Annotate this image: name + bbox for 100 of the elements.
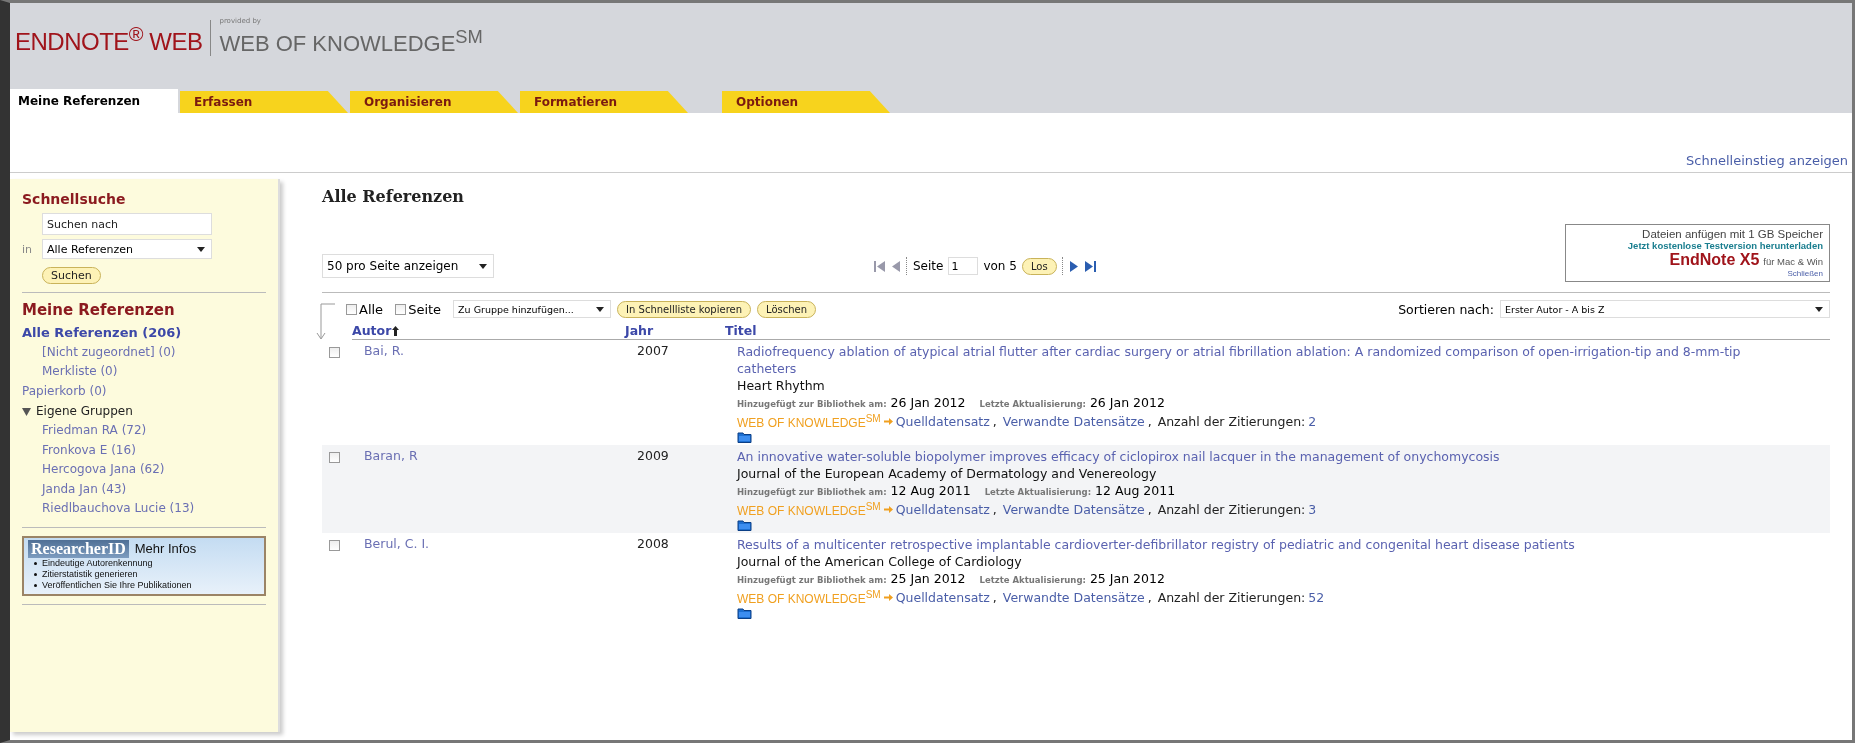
date-label: Letzte Aktualisierung:	[979, 398, 1086, 411]
nav-tab[interactable]: Meine Referenzen	[10, 89, 178, 113]
journal-text: Heart Rhythm	[737, 377, 826, 394]
citation-label: Anzahl der Zitierungen:	[1157, 413, 1306, 430]
library-link[interactable]: Friedman RA (72)	[22, 421, 266, 441]
related-records-link[interactable]: Verwandte Datensätze	[1002, 589, 1145, 606]
quick-start-link[interactable]: Schnelleinstieg anzeigen	[1686, 153, 1848, 168]
nav-tab[interactable]: Erfassen	[180, 91, 348, 113]
scope-dropdown[interactable]: Alle Referenzen	[42, 239, 212, 259]
title-link[interactable]: An innovative water-soluble biopolymer improves efficacy of ciclopirox nail lacquer in the management of onychomycosis	[737, 448, 1770, 465]
date-label: Hinzugefügt zur Bibliothek am:	[737, 574, 887, 587]
last-page-icon[interactable]	[1083, 260, 1096, 272]
download-link[interactable]: Jetzt kostenlose Testversion herunterladen	[1627, 240, 1823, 251]
bullet-text: Veröffentlichen Sie Ihre Publikationen	[28, 579, 260, 591]
citation-count-link[interactable]: 2	[1308, 413, 1317, 430]
journal-text: Journal of the European Academy of Dermatology and Venereology	[737, 465, 1158, 482]
citation-count-link[interactable]: 52	[1308, 589, 1325, 606]
folder-icon[interactable]	[737, 607, 752, 619]
library-link[interactable]: Merkliste (0)	[22, 362, 266, 382]
column-header[interactable]: Titel	[725, 323, 757, 338]
separator-text: ,	[992, 501, 997, 518]
title-link[interactable]: Results of a multicenter retrospective implantable cardioverter-defibrillator registry of pediatric and congenital heart disease patients	[737, 536, 1770, 553]
library-link[interactable]: Riedlbauchova Lucie (13)	[22, 499, 266, 519]
partner-logo: WEB OF KNOWLEDGE$^{SM}$	[219, 25, 483, 57]
year-cell-text: 2009	[637, 448, 670, 465]
separator-text: ,	[1147, 501, 1152, 518]
citation-count-link[interactable]: 3	[1308, 501, 1317, 518]
folder-icon[interactable]	[737, 431, 752, 443]
more-info-link[interactable]: Mehr Infos	[134, 541, 197, 556]
author-link[interactable]: Baran, R	[364, 448, 637, 531]
date-value: 25 Jan 2012	[890, 570, 966, 587]
next-page-icon[interactable]	[1068, 260, 1079, 272]
journal-text: Journal of the American College of Cardiology	[737, 553, 1023, 570]
source-record-link[interactable]: Quelldatensatz	[895, 501, 990, 518]
source-record-link[interactable]: Quelldatensatz	[895, 413, 990, 430]
folder-icon[interactable]	[737, 519, 752, 531]
library-link[interactable]: [Nicht zugeordnet] (0)	[22, 342, 266, 362]
date-label: Letzte Aktualisierung:	[979, 574, 1086, 587]
year-cell-text: 2007	[637, 343, 670, 360]
delete-button[interactable]: Löschen	[757, 300, 817, 318]
promo-text: Dateien anfügen mit 1 GB Speicher	[1642, 228, 1823, 240]
date-label: Hinzugefügt zur Bibliothek am:	[737, 486, 887, 499]
nav-tab[interactable]: Optionen	[722, 91, 890, 113]
page-count-text: von 5	[983, 259, 1017, 273]
sort-dropdown[interactable]: Erster Autor - A bis Z	[1500, 300, 1830, 318]
library-link[interactable]: Alle Referenzen (206)	[22, 323, 266, 343]
nav-tab[interactable]: Formatieren	[520, 91, 688, 113]
bullet-text: Eindeutige Autorenkennung	[28, 557, 260, 569]
endnote-logo: ENDNOTE$^{®}$ WEB	[15, 20, 212, 57]
arrow-right-icon	[883, 506, 893, 513]
citation-label: Anzahl der Zitierungen:	[1157, 501, 1306, 518]
date-label: Letzte Aktualisierung:	[984, 486, 1092, 499]
related-records-link[interactable]: Verwandte Datensätze	[1002, 413, 1145, 430]
search-button[interactable]: Suchen	[42, 267, 101, 284]
date-value: 25 Jan 2012	[1089, 570, 1165, 587]
library-link[interactable]: Hercogova Jana (62)	[22, 460, 266, 480]
library-link[interactable]: Fronkova E (16)	[22, 440, 266, 460]
go-button[interactable]: Los	[1021, 257, 1057, 275]
separator-text: ,	[1147, 589, 1152, 606]
page-title: Alle Referenzen	[322, 187, 465, 206]
caret-down-icon	[197, 246, 205, 252]
source-record-link[interactable]: Quelldatensatz	[895, 589, 990, 606]
checkbox[interactable]	[395, 303, 407, 315]
per-page-dropdown[interactable]: 50 pro Seite anzeigen	[322, 254, 494, 278]
separator-text: ,	[992, 589, 997, 606]
separator-text: ,	[992, 413, 997, 430]
row-checkbox[interactable]	[329, 347, 340, 358]
row-checkbox[interactable]	[329, 540, 340, 551]
sort-label: Sortieren nach:	[1398, 301, 1494, 317]
nav-tab[interactable]: Organisieren	[350, 91, 518, 113]
checkbox[interactable]	[346, 303, 357, 315]
row-checkbox[interactable]	[329, 452, 340, 463]
group-dropdown[interactable]: Zu Gruppe hinzufügen...	[453, 300, 612, 318]
date-value: 12 Aug 2011	[1095, 482, 1176, 499]
caret-down-icon	[479, 263, 487, 269]
select-page-label: Seite	[408, 301, 442, 317]
product-name: EndNote X5	[1669, 251, 1760, 269]
arrow-right-icon	[883, 418, 893, 425]
date-value: 26 Jan 2012	[890, 394, 966, 411]
author-link[interactable]: Bai, R.	[364, 343, 637, 443]
date-value: 26 Jan 2012	[1089, 394, 1165, 411]
library-link[interactable]: Papierkorb (0)	[22, 381, 266, 401]
author-link[interactable]: Berul, C. I.	[364, 536, 637, 619]
year-cell-text: 2008	[637, 536, 670, 553]
caret-down-icon	[596, 306, 605, 312]
title-link[interactable]: Radiofrequency ablation of atypical atrial flutter after cardiac surgery or atrial fibrillation ablation: A randomized comparison of open-irrigation-tip and 8-mm-tip catheters	[737, 343, 1770, 377]
column-header[interactable]: Jahr	[625, 323, 654, 338]
close-link[interactable]: Schließen	[1787, 269, 1823, 278]
library-link[interactable]: Janda Jan (43)	[22, 479, 266, 499]
previous-page-icon[interactable]	[891, 260, 901, 272]
related-records-link[interactable]: Verwandte Datensätze	[1002, 501, 1145, 518]
date-value: 12 Aug 2011	[890, 482, 971, 499]
column-header[interactable]: Autor	[352, 323, 392, 338]
page-number-field[interactable]: 1	[948, 257, 979, 275]
in-label: in	[22, 242, 34, 256]
search-field[interactable]: Suchen nach	[42, 213, 212, 235]
expanded-triangle-icon[interactable]	[22, 406, 31, 416]
first-page-icon[interactable]	[874, 260, 886, 272]
copy-button[interactable]: In Schnellliste kopieren	[617, 300, 752, 318]
researcherid-logo: ResearcherID	[28, 539, 129, 558]
